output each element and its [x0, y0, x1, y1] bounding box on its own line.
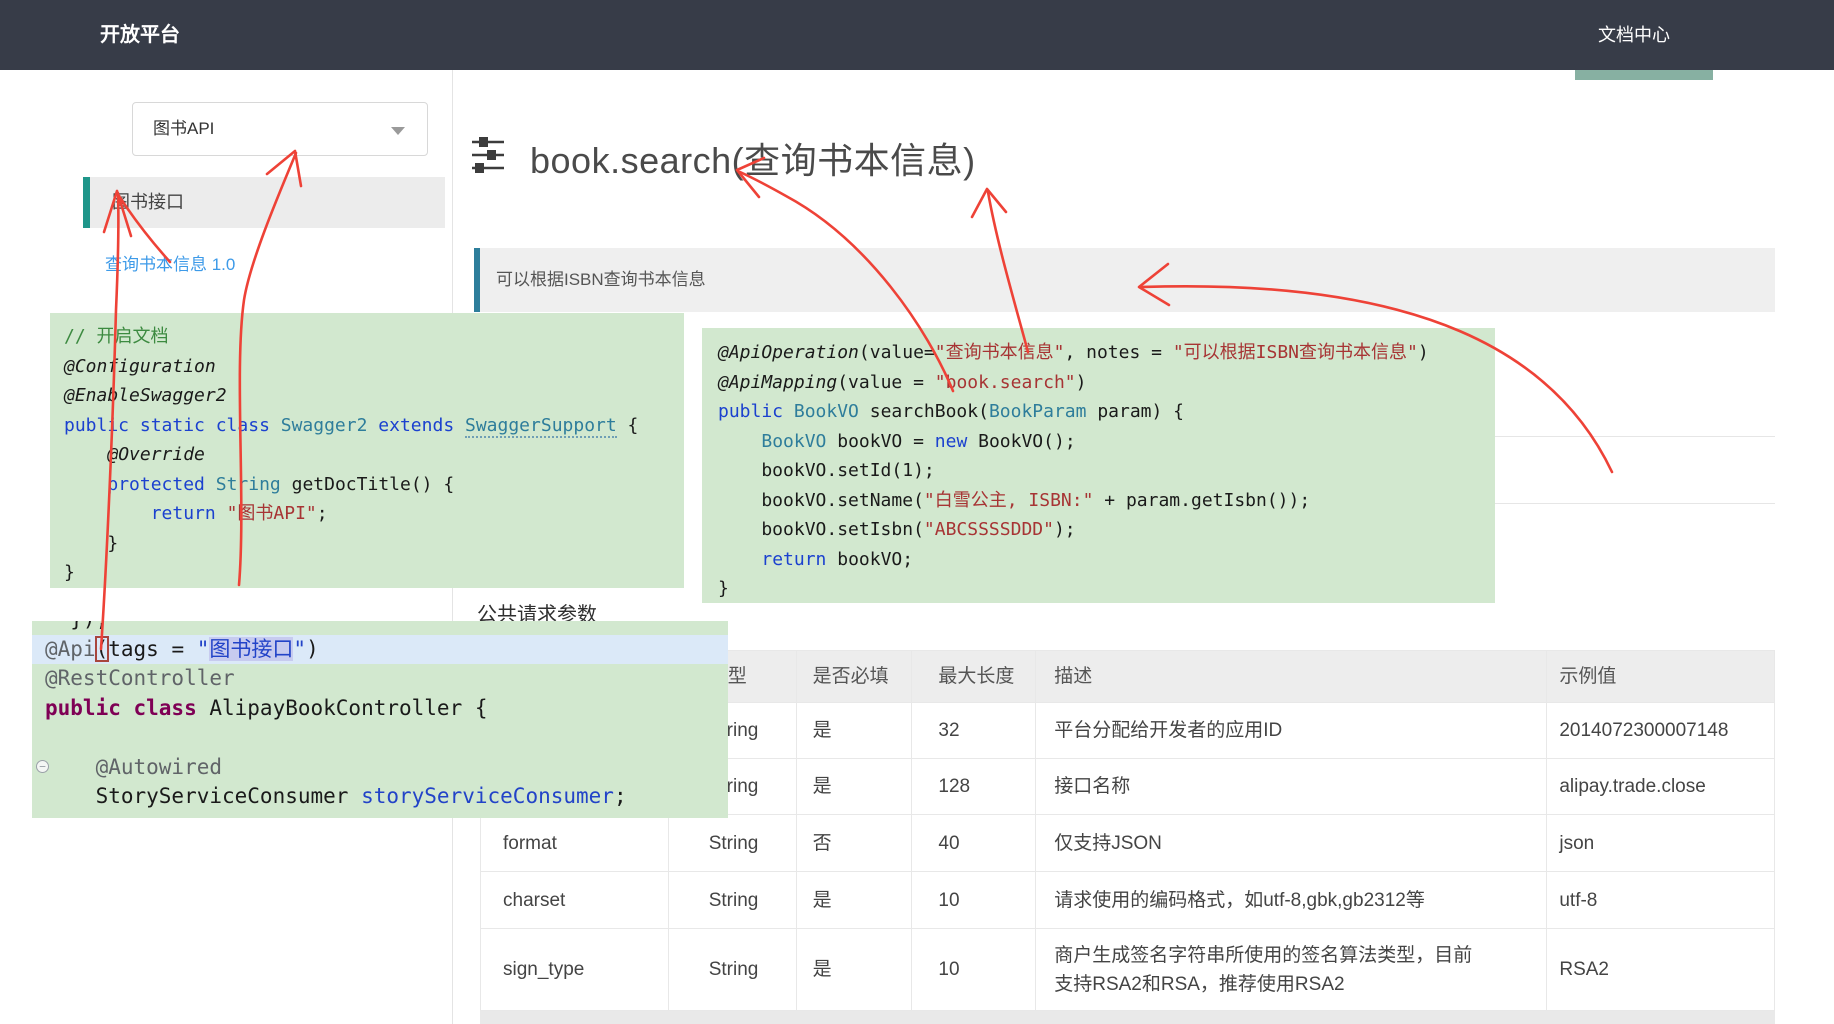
code-line: }	[50, 558, 684, 588]
table-cell: 接口名称	[1036, 759, 1547, 814]
table-row: sign_typeString是10商户生成签名字符串所使用的签名算法类型，目前…	[481, 929, 1774, 1011]
sidebar-link-version[interactable]: 查询书本信息 1.0	[105, 250, 235, 275]
table-clipped-row	[480, 1011, 1775, 1024]
api-dropdown-value: 图书API	[153, 103, 214, 155]
code-line: protected String getDocTitle() {	[50, 470, 684, 500]
nav-doc-center[interactable]: 文档中心	[1598, 0, 1670, 70]
code-line: StoryServiceConsumer storyServiceConsume…	[32, 782, 728, 812]
table-header-cell: 是否必填	[797, 651, 913, 702]
swagger-config-snippet: // 开启文档@Configuration@EnableSwagger2publ…	[50, 313, 684, 588]
code-line: BookVO bookVO = new BookVO();	[702, 427, 1495, 457]
table-cell: 商户生成签名字符串所使用的签名算法类型，目前 支持RSA2和RSA，推荐使用RS…	[1036, 929, 1547, 1010]
table-cell: 32	[912, 703, 1036, 758]
table-cell: String	[669, 815, 797, 871]
divider-line	[1495, 436, 1775, 437]
code-line: public BookVO searchBook(BookParam param…	[702, 397, 1495, 427]
code-line	[32, 723, 728, 753]
page: 开放平台 文档中心 图书API 图书接口 查询书本信息 1.0 book.sea…	[0, 0, 1834, 1024]
code-line: bookVO.setIsbn("ABCSSSSDDD");	[702, 515, 1495, 545]
table-cell: 是	[797, 759, 913, 814]
code-line: @ApiOperation(value="查询书本信息", notes = "可…	[702, 338, 1495, 368]
table-row: charsetString是10请求使用的编码格式，如utf-8,gbk,gb2…	[481, 872, 1774, 929]
code-line: @Autowired	[32, 753, 728, 783]
table-cell: 否	[797, 815, 913, 871]
table-cell: json	[1547, 815, 1774, 871]
active-tab-indicator	[1575, 70, 1713, 80]
table-header-cell: 示例值	[1547, 651, 1774, 702]
sidebar-item-label: 图书接口	[112, 177, 184, 228]
code-line: @Configuration	[50, 352, 684, 382]
sliders-icon	[471, 136, 505, 179]
info-banner-text: 可以根据ISBN查询书本信息	[496, 248, 706, 312]
table-cell: RSA2	[1547, 929, 1774, 1010]
code-line: return "图书API";	[50, 499, 684, 529]
code-line: bookVO.setId(1);	[702, 456, 1495, 486]
table-cell: String	[669, 929, 797, 1010]
code-line: }	[702, 574, 1495, 603]
code-line: @Override	[50, 440, 684, 470]
sidebar-item-book-interface[interactable]: 图书接口	[83, 177, 445, 228]
table-cell: 是	[797, 872, 913, 928]
table-cell: utf-8	[1547, 872, 1774, 928]
chevron-down-icon	[391, 127, 405, 135]
table-header-cell: 最大长度	[912, 651, 1036, 702]
table-cell: alipay.trade.close	[1547, 759, 1774, 814]
table-cell: 10	[912, 872, 1036, 928]
table-cell: 请求使用的编码格式，如utf-8,gbk,gb2312等	[1036, 872, 1547, 928]
code-line: // 开启文档	[50, 322, 684, 352]
table-cell: 是	[797, 703, 913, 758]
table-cell: 仅支持JSON	[1036, 815, 1547, 871]
table-cell: 128	[912, 759, 1036, 814]
code-line: }	[50, 529, 684, 559]
table-cell: sign_type	[481, 929, 669, 1010]
code-line: @RestController	[32, 664, 728, 694]
page-title: book.search(查询书本信息)	[530, 132, 976, 184]
code-line: bookVO.setName("白雪公主, ISBN:" + param.get…	[702, 486, 1495, 516]
table-cell: 是	[797, 929, 913, 1010]
table-cell: 2014072300007148	[1547, 703, 1774, 758]
controller-class-snippet: });@Api(tags = "图书接口")@RestControllerpub…	[32, 621, 728, 818]
table-cell: 10	[912, 929, 1036, 1010]
table-cell: 40	[912, 815, 1036, 871]
code-line: @ApiMapping(value = "book.search")	[702, 368, 1495, 398]
code-line: public static class Swagger2 extends Swa…	[50, 411, 684, 441]
table-cell: format	[481, 815, 669, 871]
info-banner: 可以根据ISBN查询书本信息	[474, 248, 1775, 312]
api-dropdown[interactable]: 图书API	[132, 102, 428, 156]
table-header-cell: 描述	[1036, 651, 1547, 702]
table-cell: 平台分配给开发者的应用ID	[1036, 703, 1547, 758]
code-fold-icon[interactable]: −	[36, 760, 49, 773]
divider-line	[1495, 503, 1775, 504]
table-cell: charset	[481, 872, 669, 928]
code-line: @Api(tags = "图书接口")	[32, 635, 728, 665]
brand-title: 开放平台	[100, 0, 180, 70]
code-line: public class AlipayBookController {	[32, 694, 728, 724]
search-method-snippet: @ApiOperation(value="查询书本信息", notes = "可…	[702, 328, 1495, 603]
top-bar: 开放平台 文档中心	[0, 0, 1834, 70]
code-line: });	[32, 621, 728, 635]
code-line: @EnableSwagger2	[50, 381, 684, 411]
code-line: return bookVO;	[702, 545, 1495, 575]
table-cell: String	[669, 872, 797, 928]
table-row: formatString否40仅支持JSONjson	[481, 815, 1774, 872]
